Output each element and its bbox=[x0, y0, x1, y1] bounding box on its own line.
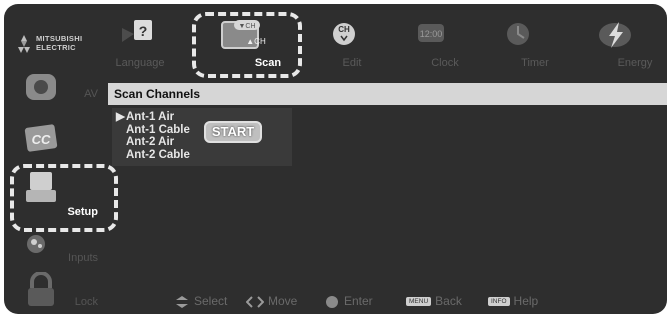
tab-clock[interactable]: 12:00 Clock bbox=[390, 14, 470, 76]
footer-select: Select bbox=[174, 294, 227, 309]
sidebar-item-av[interactable]: AV bbox=[12, 68, 102, 116]
start-button[interactable]: START bbox=[204, 121, 262, 143]
brand-line-1: MITSUBISHI bbox=[36, 34, 83, 43]
sidebar-item-lock[interactable]: Lock bbox=[12, 272, 102, 312]
tab-label: Energy bbox=[617, 57, 653, 69]
sidebar-label: Lock bbox=[74, 296, 98, 308]
svg-text:?: ? bbox=[139, 23, 148, 39]
tab-label: Language bbox=[115, 57, 165, 69]
scan-option-ant2-cable[interactable]: Ant-2 Cable bbox=[116, 149, 190, 162]
cc-icon: CC bbox=[24, 124, 58, 152]
tab-label: Edit bbox=[342, 57, 362, 69]
top-menu: ? Language ▼CH ▲CH Scan CH Edit 12:00 Cl… bbox=[100, 14, 667, 76]
energy-icon bbox=[599, 22, 631, 48]
language-icon: ? bbox=[122, 20, 152, 42]
footer-help: INFO Help bbox=[488, 294, 538, 308]
scan-option-ant2-air[interactable]: Ant-2 Air bbox=[116, 136, 190, 149]
sidebar-item-inputs[interactable]: Inputs bbox=[12, 230, 102, 270]
updown-icon bbox=[176, 295, 188, 308]
tab-timer[interactable]: Timer bbox=[480, 14, 560, 76]
mitsubishi-logo: MITSUBISHI ELECTRIC bbox=[14, 32, 82, 62]
leftright-icon bbox=[246, 296, 264, 308]
svg-text:CC: CC bbox=[32, 132, 51, 147]
enter-icon bbox=[326, 295, 338, 308]
inputs-icon bbox=[27, 235, 45, 253]
timer-icon bbox=[507, 23, 529, 45]
tab-language[interactable]: ? Language bbox=[100, 14, 180, 76]
brand-line-2: ELECTRIC bbox=[36, 43, 76, 52]
sidebar-label: AV bbox=[84, 88, 98, 100]
svg-text:12:00: 12:00 bbox=[420, 29, 443, 39]
panel-title: Scan Channels bbox=[108, 83, 667, 105]
footer-back: MENU Back bbox=[406, 294, 462, 308]
footer-move: Move bbox=[246, 294, 297, 309]
channel-edit-icon: CH bbox=[333, 23, 355, 45]
scan-option-ant1-air[interactable]: ▶Ant-1 Air bbox=[116, 111, 190, 124]
tab-edit[interactable]: CH Edit bbox=[322, 14, 382, 76]
sidebar-label: Inputs bbox=[68, 252, 98, 264]
menu-key-icon: MENU bbox=[406, 297, 432, 307]
clock-icon: 12:00 bbox=[418, 24, 444, 42]
lock-icon bbox=[28, 272, 54, 306]
scan-source-list: ▶Ant-1 Air Ant-1 Cable Ant-2 Air Ant-2 C… bbox=[116, 111, 190, 161]
info-key-icon: INFO bbox=[488, 297, 510, 307]
tab-energy[interactable]: Energy bbox=[570, 14, 660, 76]
tab-label: Clock bbox=[431, 57, 459, 69]
sidebar-item-cc[interactable]: CC bbox=[12, 118, 102, 162]
scan-tab-highlight bbox=[192, 12, 302, 78]
svg-text:CH: CH bbox=[338, 25, 350, 34]
setup-highlight bbox=[10, 164, 118, 232]
scan-option-ant1-cable[interactable]: Ant-1 Cable bbox=[116, 124, 190, 137]
tv-menu-screen: MITSUBISHI ELECTRIC ? Language ▼CH ▲CH S… bbox=[4, 4, 667, 314]
av-icon bbox=[26, 74, 56, 100]
footer-enter: Enter bbox=[324, 294, 373, 309]
tab-label: Timer bbox=[521, 57, 549, 69]
selected-arrow-icon: ▶ bbox=[116, 111, 125, 123]
